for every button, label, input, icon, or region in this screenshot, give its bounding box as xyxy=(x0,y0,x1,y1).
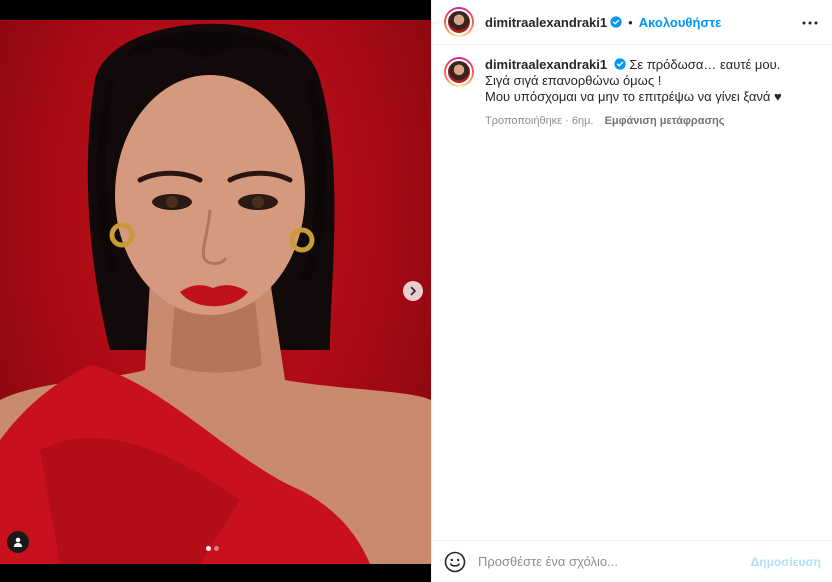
verified-badge-icon xyxy=(610,16,622,28)
post-photo xyxy=(0,20,431,564)
caption-meta: Τροποποιήθηκε · 6ημ. Εμφάνιση μετάφρασης xyxy=(485,113,782,129)
carousel-dot xyxy=(214,546,219,551)
header-username[interactable]: dimitraalexandraki1 xyxy=(485,15,607,30)
caption-avatar[interactable] xyxy=(444,57,474,87)
post-comment-button[interactable]: Δημοσίευση xyxy=(751,555,821,569)
post-side-panel: dimitraalexandraki1 • Ακολουθήστε dimitr… xyxy=(431,0,832,582)
verified-badge-icon xyxy=(614,58,626,70)
post-media xyxy=(0,0,431,582)
see-translation-link[interactable]: Εμφάνιση μετάφρασης xyxy=(605,115,725,127)
carousel-dot-active xyxy=(206,546,211,551)
user-tag-icon xyxy=(13,537,23,547)
chevron-right-icon xyxy=(410,286,416,296)
portrait-illustration xyxy=(0,23,431,564)
header-separator: • xyxy=(628,14,633,30)
emoji-icon[interactable] xyxy=(444,551,466,573)
post-caption: dimitraalexandraki1 Σε πρόδωσα… εαυτέ μο… xyxy=(444,57,820,129)
comment-bar: Δημοσίευση xyxy=(432,540,832,582)
caption-line-3: Μου υπόσχομαι να μην το επιτρέψω να γίνε… xyxy=(485,89,782,104)
comment-input[interactable] xyxy=(478,554,743,569)
post-header: dimitraalexandraki1 • Ακολουθήστε xyxy=(432,0,832,45)
follow-button[interactable]: Ακολουθήστε xyxy=(639,15,722,30)
caption-username[interactable]: dimitraalexandraki1 xyxy=(485,57,607,72)
avatar[interactable] xyxy=(444,7,474,37)
caption-body: dimitraalexandraki1 Σε πρόδωσα… εαυτέ μο… xyxy=(485,57,782,129)
user-tags-button[interactable] xyxy=(7,531,29,553)
carousel-next-button[interactable] xyxy=(403,281,423,301)
carousel-dots xyxy=(206,546,219,551)
caption-line-1: Σε πρόδωσα… εαυτέ μου. xyxy=(629,57,781,72)
caption-edited-time: Τροποποιήθηκε · 6ημ. xyxy=(485,115,594,127)
more-options-icon[interactable] xyxy=(801,14,819,32)
caption-line-2: Σιγά σιγά επανορθώνω όμως ! xyxy=(485,73,662,88)
